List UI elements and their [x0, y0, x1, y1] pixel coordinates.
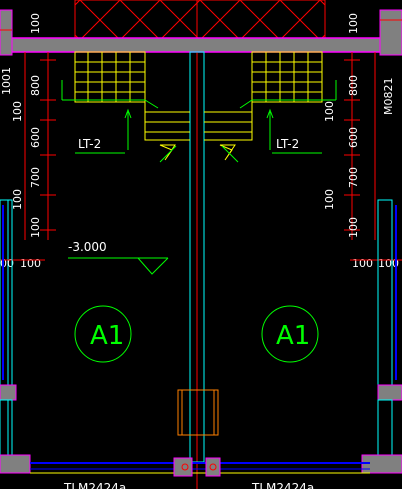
- top-wall-hatch: [74, 0, 326, 39]
- dim-left-0: 800: [29, 75, 42, 96]
- door-tag-right: M0821: [382, 78, 395, 116]
- dim-left-4: 100: [11, 189, 24, 210]
- dim-right-0: 800: [347, 75, 360, 96]
- room-left-circle: A1: [74, 305, 132, 363]
- window-tag-right: TLM2424a: [251, 481, 314, 489]
- side-left-b: 100: [20, 257, 41, 270]
- dim-right-3: 700: [347, 167, 360, 188]
- dim-right-2: 600: [347, 127, 360, 148]
- left-wall: [0, 199, 31, 474]
- level-mark: -3.000: [68, 240, 169, 275]
- room-right-circle: A1: [261, 305, 319, 363]
- dim-top-left: 100: [29, 13, 42, 34]
- window-tag-left: TLM2424a: [63, 481, 126, 489]
- dim-left-edge: 1001: [0, 67, 13, 95]
- dim-top-right: 100: [347, 13, 360, 34]
- dim-left-1: 100: [11, 101, 24, 122]
- stair-right-label: LT-2: [276, 137, 299, 151]
- dim-right-4: 100: [323, 189, 336, 210]
- dim-right-5: 100: [347, 217, 360, 238]
- bottom-window-band: [30, 457, 370, 477]
- dim-left-2: 600: [29, 127, 42, 148]
- stair-left-label: LT-2: [78, 137, 101, 151]
- side-right-a: 100: [352, 257, 373, 270]
- center-column: [177, 389, 219, 436]
- stair-right: [204, 51, 323, 161]
- dim-left-3: 700: [29, 167, 42, 188]
- right-wall: [361, 199, 402, 474]
- svg-text:A1: A1: [276, 321, 310, 351]
- svg-text:-3.000: -3.000: [68, 240, 107, 254]
- dim-right-1: 100: [323, 101, 336, 122]
- cad-floor-plan: LT-2 LT-2 100 100 1001 800 100 600 700 1…: [0, 0, 402, 489]
- svg-text:A1: A1: [90, 321, 124, 351]
- dim-left-5: 100: [29, 217, 42, 238]
